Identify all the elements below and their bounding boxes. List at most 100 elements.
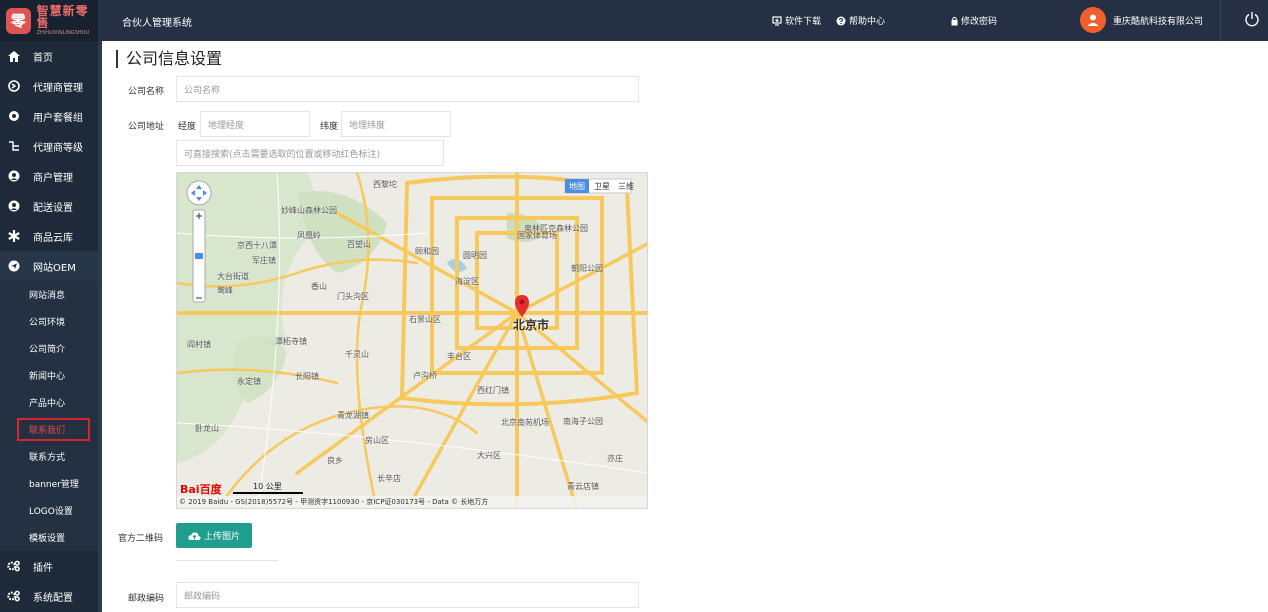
upload-image-button[interactable]: 上传图片	[176, 523, 252, 548]
latitude-input[interactable]: 地理纬度	[341, 111, 451, 137]
submenu-item-contact-us[interactable]: 联系我们	[17, 418, 90, 441]
map-type-2[interactable]: 三维	[614, 181, 638, 192]
map-place-label: 颐和园	[415, 247, 439, 256]
map-place-label: 大台街道	[217, 272, 249, 281]
sidebar-item-agent-management[interactable]: 代理商管理	[0, 71, 98, 101]
sidebar-item-merchant-management[interactable]: 商户管理	[0, 161, 98, 191]
cloud-upload-icon	[188, 531, 201, 540]
page-title: 公司信息设置	[116, 50, 222, 68]
sidebar-item-label: 商品云库	[33, 232, 73, 244]
map-type-1[interactable]: 卫星	[590, 181, 614, 192]
map-place-label: 门头沟区	[337, 292, 369, 301]
map-place-label: 良乡	[327, 456, 343, 465]
map[interactable]: 西黎坨 妙峰山森林公园 京西十八潭 门头沟区 凤凰岭 百望山 鹫峰 大台街道 军庄镇 石景山区 海淀…	[176, 172, 648, 509]
delivery-icon	[7, 200, 20, 213]
download-icon	[772, 15, 782, 26]
map-place-label: 石景山区	[409, 315, 441, 324]
qr-code-label: 官方二维码	[118, 534, 164, 544]
gears-icon	[7, 590, 20, 603]
map-place-label: 西黎坨	[373, 180, 397, 189]
map-place-label: 京西十八潭	[237, 241, 277, 250]
brand-name: 智慧新零售	[36, 4, 89, 30]
postal-code-input[interactable]: 邮政编码	[176, 582, 639, 608]
submenu-item-product-center[interactable]: 产品中心	[0, 389, 98, 416]
company-name[interactable]: 重庆酷航科技有限公司	[1113, 14, 1203, 27]
sidebar-item-user-package[interactable]: 用户套餐组	[0, 101, 98, 131]
logout-button[interactable]	[1244, 11, 1260, 30]
sidebar-item-home[interactable]: 首页	[0, 41, 98, 71]
sidebar-item-delivery-settings[interactable]: 配送设置	[0, 191, 98, 221]
sidebar-item-agent-level[interactable]: 代理商等级	[0, 131, 98, 161]
postal-code-label: 邮政编码	[128, 594, 165, 604]
map-type-0[interactable]: 地图	[565, 181, 589, 192]
map-place-label: 海淀区	[455, 277, 479, 286]
question-icon	[836, 16, 846, 25]
software-download-link[interactable]: 软件下载	[772, 14, 821, 27]
map-place-label: 朝阳公园	[571, 264, 603, 273]
help-center-link[interactable]: 帮助中心	[836, 14, 885, 27]
map-place-label: 长阳镇	[295, 372, 319, 381]
map-place-label: 鹫峰	[217, 286, 233, 295]
company-name-input[interactable]: 公司名称	[176, 76, 639, 102]
map-place-label: 卢沟桥	[413, 371, 437, 380]
map-place-label: 西红门镇	[477, 386, 509, 395]
map-place-label: 奥林匹克森林公园	[524, 224, 588, 233]
agent-icon	[7, 80, 20, 93]
level-icon	[7, 140, 20, 153]
system-title: 合伙人管理系统	[122, 18, 192, 29]
main-content: 公司信息设置 公司名称 公司名称 公司地址 经度 地理经度 纬度 地理纬度 可直…	[102, 41, 1268, 612]
longitude-label: 经度	[178, 122, 197, 132]
map-place-label: 凤凰岭	[297, 231, 321, 240]
map-place-label: 南海子公园	[563, 417, 603, 426]
avatar[interactable]	[1080, 7, 1106, 33]
submenu-item-site-messages[interactable]: 网站消息	[0, 281, 98, 308]
sidebar-item-plugins[interactable]: 插件	[0, 551, 98, 581]
map-place-label: 千灵山	[345, 350, 369, 359]
logo[interactable]: 零 智慧新零售 ZHIHUIXINLINGSHOU	[0, 0, 98, 41]
submenu-item-company-environment[interactable]: 公司环境	[0, 308, 98, 335]
upload-image-label: 上传图片	[203, 532, 240, 542]
sidebar: 零 智慧新零售 ZHIHUIXINLINGSHOU 首页 代理商管理 用户套餐组…	[0, 0, 98, 612]
map-place-label: 长辛店	[377, 474, 401, 483]
sidebar-item-label: 配送设置	[33, 202, 73, 214]
map-place-label: 香山	[311, 282, 327, 291]
submenu-item-company-profile[interactable]: 公司简介	[0, 335, 98, 362]
submenu-item-logo-settings[interactable]: LOGO设置	[0, 497, 98, 524]
submenu-item-contact-info[interactable]: 联系方式	[0, 443, 98, 470]
longitude-input[interactable]: 地理经度	[200, 111, 310, 137]
map-place-label: 房山区	[365, 436, 389, 445]
submenu-item-template-settings[interactable]: 模板设置	[0, 524, 98, 551]
submenu-item-news-center[interactable]: 新闻中心	[0, 362, 98, 389]
sidebar-item-label: 系统配置	[33, 592, 73, 604]
map-place-label: 潭柘寺镇	[275, 337, 307, 346]
home-icon	[7, 50, 20, 63]
submenu-website-oem: 网站消息 公司环境 公司简介 新闻中心 产品中心 联系我们 联系方式 banne…	[0, 281, 98, 551]
map-place-label: 圆明园	[463, 251, 487, 260]
map-city-label: 北京市	[513, 318, 550, 332]
sidebar-item-system-config[interactable]: 系统配置	[0, 581, 98, 611]
map-place-label: 青龙湖镇	[337, 411, 369, 420]
lock-icon	[951, 16, 958, 25]
sidebar-item-label: 代理商管理	[33, 82, 83, 94]
sidebar-item-label: 代理商等级	[33, 142, 83, 154]
map-place-label: 亦庄	[607, 454, 623, 463]
map-place-label: 妙峰山森林公园	[281, 206, 337, 215]
change-password-link[interactable]: 修改密码	[951, 14, 997, 27]
map-place-label: 青云店镇	[567, 482, 599, 491]
sidebar-item-website-oem[interactable]: 网站OEM	[0, 251, 98, 281]
map-place-label: 丰台区	[447, 352, 471, 361]
brand-tagline: ZHIHUIXINLINGSHOU	[36, 30, 90, 36]
upload-underline	[176, 560, 278, 561]
map-place-label: 军庄镇	[252, 256, 276, 265]
topbar-divider	[1220, 0, 1221, 41]
sidebar-item-label: 用户套餐组	[33, 112, 83, 124]
map-place-label: 北京南苑机场	[501, 418, 549, 427]
submenu-item-banner-management[interactable]: banner管理	[0, 470, 98, 497]
sidebar-item-label: 网站OEM	[33, 262, 76, 274]
sidebar-item-product-cloud[interactable]: 商品云库	[0, 221, 98, 251]
map-search-input[interactable]: 可直接搜索(点击需要选取的位置或移动红色标注)	[176, 140, 444, 166]
company-name-label: 公司名称	[128, 87, 165, 97]
power-icon	[1245, 12, 1259, 27]
latitude-label: 纬度	[320, 122, 339, 132]
brand-mark: 零	[6, 7, 31, 34]
